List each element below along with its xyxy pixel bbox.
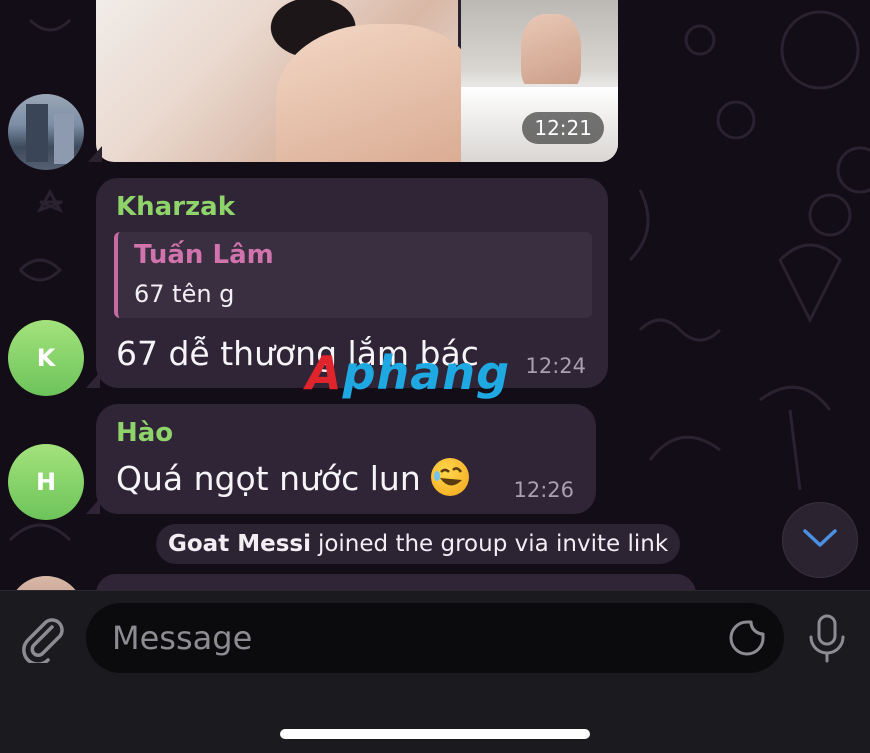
message-input[interactable]: Message — [86, 603, 784, 673]
scroll-to-bottom-button[interactable] — [782, 502, 858, 578]
photo-album-message[interactable]: 12:21 — [96, 0, 618, 162]
photo-content — [521, 14, 581, 94]
message-time: 12:24 — [525, 354, 586, 378]
joined-user-name[interactable]: Goat Messi — [168, 531, 311, 557]
avatar-image — [26, 104, 48, 162]
message-time: 12:21 — [522, 112, 604, 144]
reply-text: 67 tên g — [134, 280, 235, 308]
message-time: 12:26 — [513, 478, 574, 502]
watermark-text: phang — [342, 346, 511, 400]
sender-name[interactable]: Hào — [116, 418, 173, 448]
watermark-letter: A — [306, 346, 343, 400]
chevron-down-icon — [801, 526, 839, 554]
microphone-icon — [804, 614, 850, 667]
avatar-image — [54, 114, 74, 164]
album-photo-1[interactable] — [96, 0, 476, 162]
sticker-icon — [726, 620, 768, 663]
reply-quote[interactable]: Tuấn Lâm 67 tên g — [114, 232, 592, 318]
voice-message-button[interactable] — [804, 613, 850, 663]
avatar[interactable]: H — [8, 444, 84, 520]
paperclip-icon — [18, 618, 68, 667]
service-message-text: joined the group via invite link — [317, 531, 669, 557]
avatar[interactable]: K — [8, 320, 84, 396]
attach-button[interactable] — [18, 613, 68, 666]
avatar-initial: K — [36, 344, 56, 372]
rolling-laughing-emoji-icon — [430, 458, 469, 496]
sender-name[interactable]: Kharzak — [116, 192, 235, 222]
message-text-row: Quá ngọt nước lun — [116, 458, 469, 498]
home-indicator — [280, 729, 590, 739]
avatar-initial: H — [35, 468, 57, 496]
sticker-button[interactable] — [726, 617, 768, 659]
reply-sender-name: Tuấn Lâm — [134, 240, 274, 270]
message-text: Quá ngọt nước lun — [116, 459, 421, 498]
message-bubble[interactable]: Hào Quá ngọt nước lun 12:26 — [96, 404, 596, 514]
message-placeholder: Message — [112, 619, 253, 657]
watermark-logo: Aphang — [306, 346, 510, 400]
avatar[interactable] — [8, 94, 84, 170]
service-message: Goat Messi joined the group via invite l… — [156, 524, 681, 564]
photo-content — [276, 24, 476, 162]
message-input-bar: Message — [0, 590, 870, 753]
